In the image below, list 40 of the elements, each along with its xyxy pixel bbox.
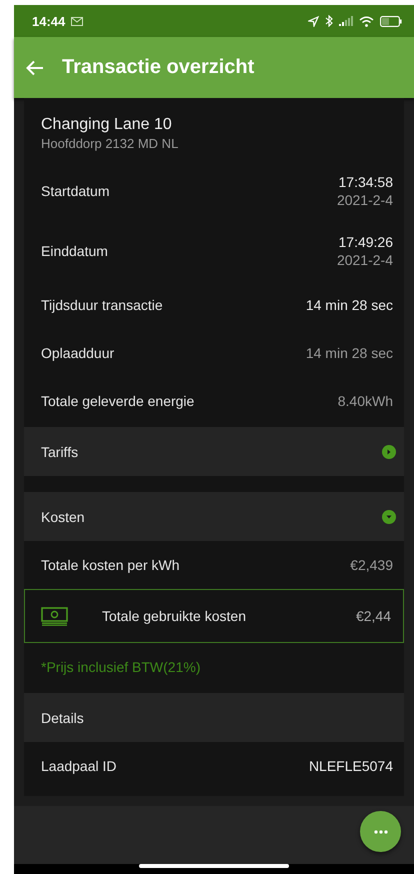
row-label: Startdatum [41, 183, 110, 199]
total-value: €2,44 [356, 608, 391, 624]
signal-icon [339, 16, 353, 26]
row-label: Laadpaal ID [41, 758, 117, 774]
section-title: Details [41, 710, 84, 726]
wifi-icon [359, 16, 374, 26]
location-icon [308, 16, 319, 26]
row-label: Tijdsduur transactie [41, 297, 163, 313]
row-value: 14 min 28 sec [306, 297, 393, 313]
section-title: Tariffs [41, 444, 78, 460]
total-label: Totale gebruikte kosten [102, 608, 247, 624]
row-value: 14 min 28 sec [306, 345, 393, 361]
page-title: Transactie overzicht [62, 56, 254, 79]
row-label: Einddatum [41, 243, 108, 259]
row-label: Totale geleverde energie [41, 393, 194, 409]
row-value: 17:49:26 [338, 234, 393, 250]
more-button[interactable] [360, 811, 401, 852]
row-label: Totale kosten per kWh [41, 557, 180, 573]
battery-icon [380, 16, 402, 26]
row-value: 17:34:58 [338, 174, 393, 190]
bluetooth-icon [325, 15, 333, 27]
row-date: 2021-2-4 [336, 252, 393, 268]
location-address: Hoofddorp 2132 MD NL [41, 136, 180, 151]
section-title: Kosten [41, 508, 85, 524]
row-label: Oplaadduur [41, 345, 114, 361]
row-value: NLEFLE5074 [308, 758, 393, 774]
row-date: 2021-2-4 [336, 192, 393, 208]
collapse-icon[interactable] [382, 510, 396, 524]
status-time: 14:44 [32, 14, 66, 28]
section-header[interactable]: Kosten [24, 492, 404, 541]
section-header[interactable]: Tariffs [24, 427, 404, 476]
row-value: €2,439 [350, 557, 393, 573]
location-name: Changing Lane 10 [41, 116, 173, 134]
more-icon [374, 830, 388, 834]
expand-icon[interactable] [382, 444, 396, 458]
row-value: 8.40kWh [338, 393, 393, 409]
mail-icon [71, 16, 84, 26]
back-arrow-icon[interactable] [26, 60, 44, 76]
banknote-icon [41, 606, 68, 626]
vat-note: *Prijs inclusief BTW(21%) [41, 659, 200, 675]
